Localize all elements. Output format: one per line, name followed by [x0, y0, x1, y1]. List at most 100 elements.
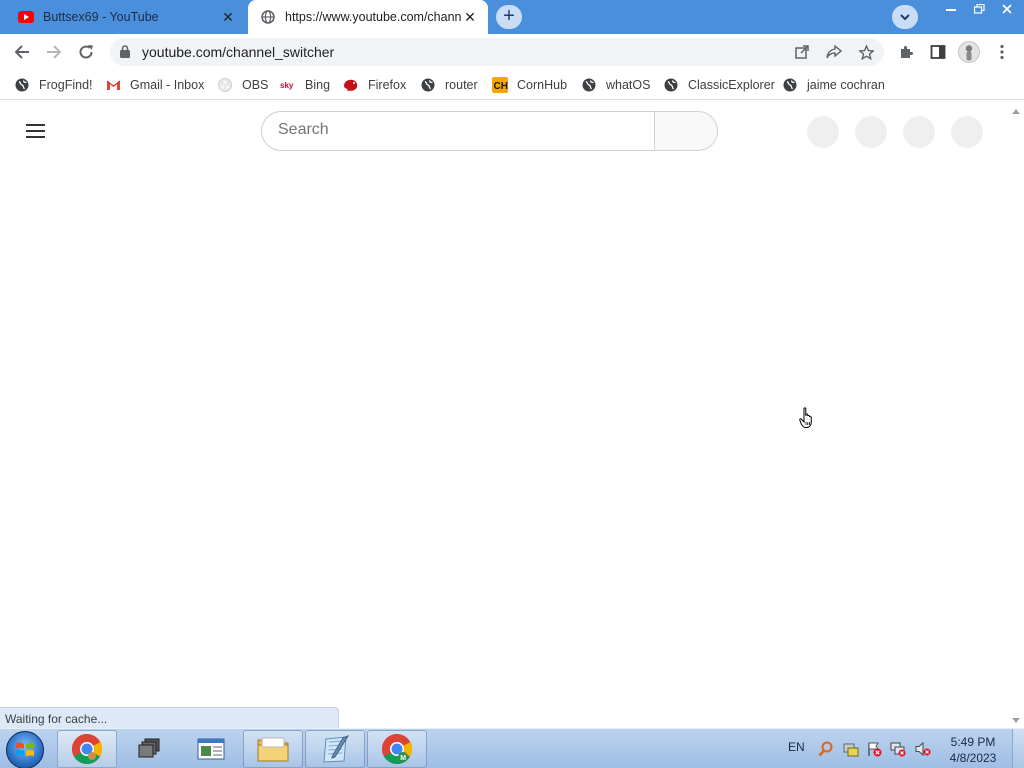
- bookmark-router[interactable]: router: [420, 76, 478, 94]
- tab-channel-switcher[interactable]: https://www.youtube.com/chann ✕: [248, 0, 488, 34]
- bookmark-label: whatOS: [606, 78, 651, 92]
- tab-title: https://www.youtube.com/chann: [285, 10, 462, 24]
- page-content: [0, 103, 1008, 727]
- tab-search-button[interactable]: [892, 5, 918, 29]
- bookmark-star-icon[interactable]: [858, 44, 874, 60]
- taskbar-chrome-button[interactable]: [57, 730, 117, 768]
- menu-button[interactable]: [988, 38, 1016, 66]
- lock-icon[interactable]: [120, 45, 130, 63]
- header-button-placeholder[interactable]: [903, 116, 935, 148]
- globe-icon: [663, 77, 679, 93]
- svg-text:M: M: [400, 755, 406, 762]
- side-panel-button[interactable]: [924, 38, 952, 66]
- scroll-down-arrow-icon[interactable]: [1012, 718, 1020, 723]
- scroll-up-arrow-icon[interactable]: [1012, 109, 1020, 114]
- bookmark-jaime-cochran[interactable]: jaime cochran: [782, 76, 885, 94]
- tab-youtube[interactable]: Buttsex69 - YouTube ✕: [0, 0, 246, 34]
- header-button-placeholder[interactable]: [807, 116, 839, 148]
- action-center-flag-icon[interactable]: [866, 741, 882, 757]
- taskbar-notepad-button[interactable]: [305, 730, 365, 768]
- avatar-placeholder[interactable]: [951, 116, 983, 148]
- taskbar-document-viewer-button[interactable]: [181, 730, 241, 768]
- back-arrow-icon: [14, 45, 29, 59]
- url-text: youtube.com/channel_switcher: [142, 44, 335, 60]
- page-scrollbar[interactable]: [1008, 103, 1024, 727]
- search-tray-icon[interactable]: [818, 741, 834, 757]
- reload-icon: [79, 45, 93, 59]
- chrome-icon: [71, 734, 103, 765]
- folder-icon: [257, 737, 289, 762]
- extensions-button[interactable]: [892, 38, 920, 66]
- language-indicator[interactable]: EN: [788, 740, 805, 754]
- bookmark-gmail[interactable]: Gmail - Inbox: [105, 76, 204, 94]
- hamburger-menu-icon[interactable]: [26, 123, 46, 139]
- bookmark-bing[interactable]: sky Bing: [280, 76, 330, 94]
- kebab-menu-icon: [1000, 44, 1004, 60]
- firefox-icon: [343, 77, 359, 93]
- new-tab-button[interactable]: +: [496, 5, 522, 29]
- close-tab-icon[interactable]: ✕: [220, 9, 236, 25]
- minimize-button[interactable]: [938, 1, 964, 17]
- globe-icon: [782, 77, 798, 93]
- tab-title: Buttsex69 - YouTube: [43, 10, 159, 24]
- search-input[interactable]: [278, 121, 638, 139]
- windows-taskbar: M EN 5:49 PM 4/8/2023: [0, 728, 1024, 768]
- gmail-icon: [105, 77, 121, 93]
- chevron-down-icon: [900, 13, 910, 20]
- chrome-icon: M: [381, 734, 413, 765]
- obs-icon: [217, 77, 233, 93]
- bookmark-obs[interactable]: OBS: [217, 76, 268, 94]
- bookmark-classicexplorer[interactable]: ClassicExplorer: [663, 76, 775, 94]
- header-button-placeholder[interactable]: [855, 116, 887, 148]
- show-desktop-button[interactable]: [1012, 729, 1024, 768]
- notepad-icon: [323, 735, 350, 763]
- svg-text:sky: sky: [280, 81, 294, 90]
- search-button[interactable]: [654, 111, 718, 151]
- open-in-app-icon[interactable]: [794, 44, 810, 60]
- bookmark-frogfind[interactable]: FrogFind!: [14, 76, 93, 94]
- restore-button[interactable]: [966, 1, 992, 17]
- avatar: [958, 41, 980, 63]
- bookmark-whatos[interactable]: whatOS: [581, 76, 650, 94]
- forward-button[interactable]: [40, 38, 68, 66]
- search-box: [261, 111, 655, 151]
- globe-icon: [260, 9, 276, 25]
- forward-arrow-icon: [47, 45, 62, 59]
- windows-stack-icon: [138, 738, 160, 758]
- taskbar-explorer-button[interactable]: [243, 730, 303, 768]
- window-controls: [938, 1, 1020, 17]
- profile-button[interactable]: [955, 38, 983, 66]
- close-window-button[interactable]: [994, 1, 1020, 17]
- globe-icon: [420, 77, 436, 93]
- close-tab-icon[interactable]: ✕: [462, 9, 478, 25]
- bookmark-firefox[interactable]: Firefox: [343, 76, 406, 94]
- system-clock[interactable]: 5:49 PM 4/8/2023: [940, 734, 1006, 766]
- globe-icon: [14, 77, 30, 93]
- status-bubble: Waiting for cache...: [0, 707, 339, 728]
- network-disconnected-icon[interactable]: [890, 741, 906, 757]
- bookmark-label: ClassicExplorer: [688, 78, 775, 92]
- bookmark-cornhub[interactable]: CH CornHub: [492, 76, 567, 94]
- puzzle-icon: [901, 46, 913, 58]
- bookmark-label: jaime cochran: [807, 78, 885, 92]
- volume-muted-icon[interactable]: [915, 741, 931, 757]
- taskbar-task-view-button[interactable]: [119, 730, 179, 768]
- globe-icon: [581, 77, 597, 93]
- browser-toolbar: youtube.com/channel_switcher: [0, 34, 1024, 70]
- youtube-icon: [18, 9, 34, 25]
- tab-strip: Buttsex69 - YouTube ✕ https://www.youtub…: [0, 0, 1024, 34]
- reload-button[interactable]: [72, 38, 100, 66]
- ch-icon: CH: [492, 77, 508, 93]
- address-bar[interactable]: youtube.com/channel_switcher: [110, 38, 884, 66]
- share-icon[interactable]: [826, 44, 842, 60]
- hand-cursor-icon: [799, 407, 812, 428]
- bookmark-label: Bing: [305, 78, 331, 92]
- windows-logo-icon: [16, 742, 34, 757]
- start-button[interactable]: [6, 731, 44, 768]
- taskbar-chrome-profile-button[interactable]: M: [367, 730, 427, 768]
- network-status-icon[interactable]: [843, 741, 859, 757]
- back-button[interactable]: [8, 38, 36, 66]
- bookmarks-bar: FrogFind! Gmail - Inbox OBS sky Bing Fir…: [0, 70, 1024, 100]
- sky-icon: sky: [280, 77, 296, 93]
- clock-time: 5:49 PM: [950, 735, 996, 749]
